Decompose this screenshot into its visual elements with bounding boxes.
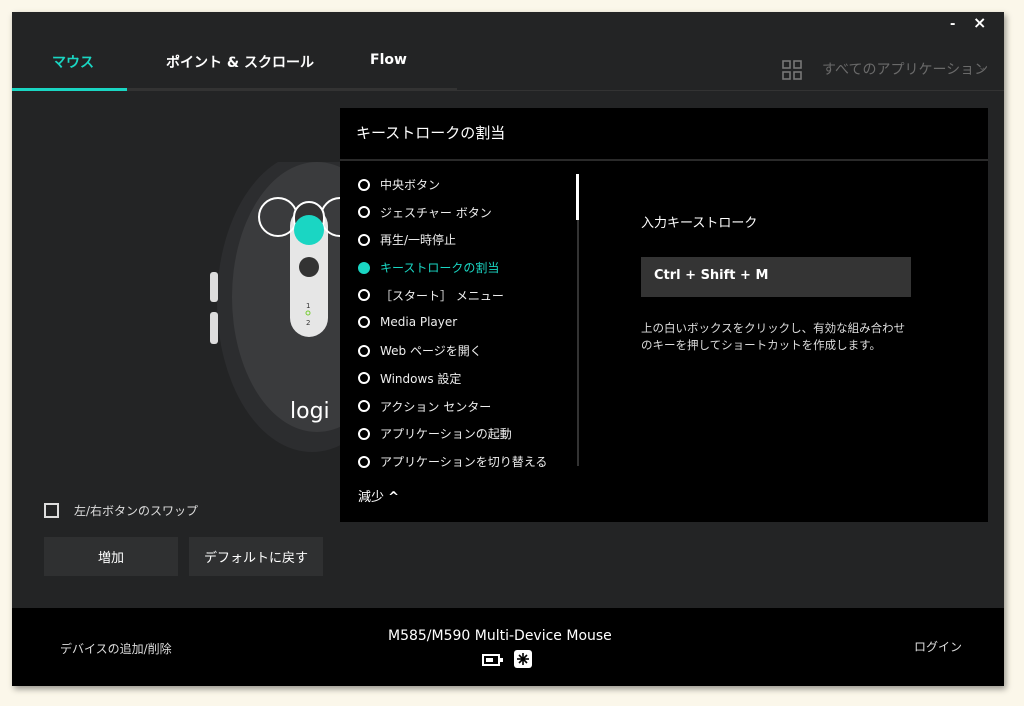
action-item-label: アクション センター [380, 399, 492, 414]
channel-2: 2 [306, 319, 310, 327]
action-item-label: Windows 設定 [380, 371, 462, 386]
app-selector-label[interactable]: すべてのアプリケーション [822, 59, 988, 79]
footer: デバイスの追加/削除 M585/M590 Multi-Device Mouse … [12, 608, 1004, 686]
radio-icon[interactable] [358, 344, 370, 357]
tab-mouse[interactable]: マウス [52, 52, 94, 72]
action-item-label: アプリケーションの起動 [380, 427, 512, 442]
action-item[interactable]: Web ページを開く [358, 342, 482, 359]
tab-point-scroll[interactable]: ポイント & スクロール [166, 52, 314, 72]
action-item-label: ジェスチャー ボタン [380, 205, 492, 220]
action-item-label: Media Player [380, 314, 458, 329]
action-item[interactable]: キーストロークの割当 [358, 259, 499, 276]
channel-1: 1 [306, 302, 310, 310]
add-button[interactable]: 増加 [44, 537, 178, 576]
action-item[interactable]: アプリケーションを切り替える [358, 453, 547, 470]
radio-icon[interactable] [358, 289, 370, 302]
radio-icon[interactable] [358, 455, 370, 468]
radio-icon[interactable] [358, 178, 370, 191]
radio-icon[interactable] [358, 206, 370, 219]
radio-icon[interactable] [358, 372, 370, 385]
tab-track [127, 88, 457, 91]
keystroke-input[interactable]: Ctrl + Shift + M [641, 257, 911, 297]
action-item[interactable]: アクション センター [358, 398, 491, 415]
panel-title: キーストロークの割当 [356, 124, 506, 142]
action-item[interactable]: Media Player [358, 315, 457, 329]
keystroke-panel: キーストロークの割当 中央ボタン ジェスチャー ボタン 再生/一時停止 キーストローク… [340, 108, 988, 522]
action-item[interactable]: 中央ボタン [358, 176, 440, 193]
logi-logo: logi [290, 399, 330, 424]
action-item-label: 中央ボタン [380, 178, 441, 192]
radio-icon[interactable] [358, 233, 370, 246]
device-name: M585/M590 Multi-Device Mouse [388, 628, 612, 644]
chevron-down-icon[interactable]: ⌄ [978, 62, 986, 73]
swap-checkbox[interactable] [44, 503, 59, 518]
app-window: - × マウス ポイント & スクロール Flow すべてのアプリケーション ⌄… [12, 12, 1004, 686]
action-item-label: アプリケーションを切り替える [380, 455, 548, 469]
login-link[interactable]: ログイン [914, 638, 962, 655]
action-item-label: 再生/一時停止 [380, 233, 457, 248]
tab-flow[interactable]: Flow [370, 52, 407, 68]
action-item[interactable]: ［スタート］ メニュー [358, 287, 504, 304]
unifying-receiver-icon [514, 650, 532, 668]
action-item[interactable]: 再生/一時停止 [358, 231, 456, 248]
list-scrollbar-thumb[interactable] [576, 174, 579, 220]
collapse-button[interactable]: 減少 ^ [358, 486, 399, 505]
radio-icon[interactable] [358, 261, 370, 274]
action-item[interactable]: Windows 設定 [358, 370, 461, 387]
action-item-label: キーストロークの割当 [380, 261, 500, 276]
panel-divider [340, 159, 988, 161]
radio-icon[interactable] [358, 427, 370, 440]
input-keystroke-label: 入力キーストローク [641, 216, 758, 231]
mouse-image: 1 2 logi [210, 162, 342, 452]
close-button[interactable]: × [973, 13, 986, 32]
active-tab-indicator [12, 88, 127, 91]
radio-icon[interactable] [358, 400, 370, 413]
radio-icon[interactable] [358, 315, 370, 328]
battery-icon [482, 654, 503, 666]
chevron-up-icon: ^ [388, 490, 400, 505]
swap-label: 左/右ボタンのスワップ [74, 504, 199, 518]
collapse-label: 減少 [358, 490, 385, 505]
help-text: 上の白いボックスをクリックし、有効な組み合わせのキーを押してショートカットを作成… [641, 321, 906, 352]
grid-icon [782, 60, 802, 80]
header-divider [457, 90, 1004, 91]
action-item[interactable]: アプリケーションの起動 [358, 425, 512, 442]
action-item-label: Web ページを開く [380, 344, 482, 359]
reset-default-button[interactable]: デフォルトに戻す [189, 537, 323, 576]
app-selector[interactable] [782, 60, 802, 84]
minimize-button[interactable]: - [950, 17, 955, 32]
action-item[interactable]: ジェスチャー ボタン [358, 204, 492, 221]
add-remove-device-link[interactable]: デバイスの追加/削除 [60, 640, 172, 657]
action-item-label: ［スタート］ メニュー [380, 288, 504, 303]
selected-button-marker [294, 215, 324, 245]
